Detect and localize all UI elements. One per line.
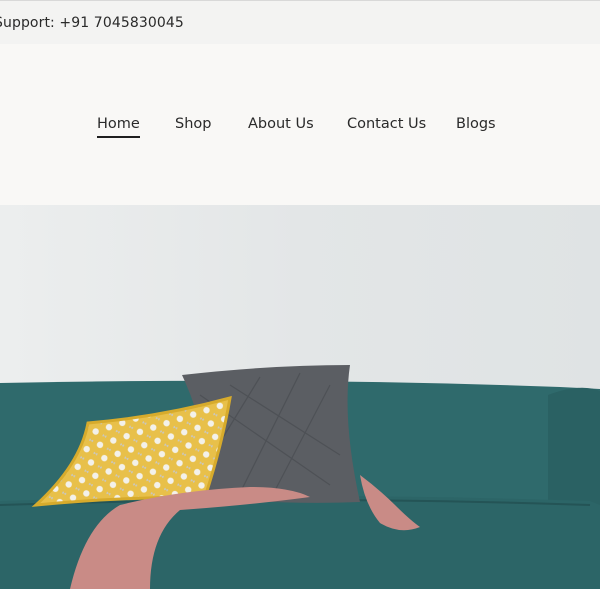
nav-home-link[interactable]: Home — [97, 116, 140, 138]
nav-blogs-link[interactable]: Blogs — [456, 116, 496, 136]
hero-banner — [0, 205, 600, 589]
nav-shop-link[interactable]: Shop — [175, 116, 211, 136]
nav-contact-us-link[interactable]: Contact Us — [347, 116, 426, 136]
support-phone-text: Support: +91 7045830045 — [0, 15, 184, 31]
main-navigation: Home Shop About Us Contact Us Blogs — [0, 116, 600, 140]
nav-about-us-link[interactable]: About Us — [248, 116, 314, 136]
site-header: Home Shop About Us Contact Us Blogs — [0, 44, 600, 205]
top-bar: Support: +91 7045830045 — [0, 0, 600, 44]
hero-sofa-image — [0, 205, 600, 589]
